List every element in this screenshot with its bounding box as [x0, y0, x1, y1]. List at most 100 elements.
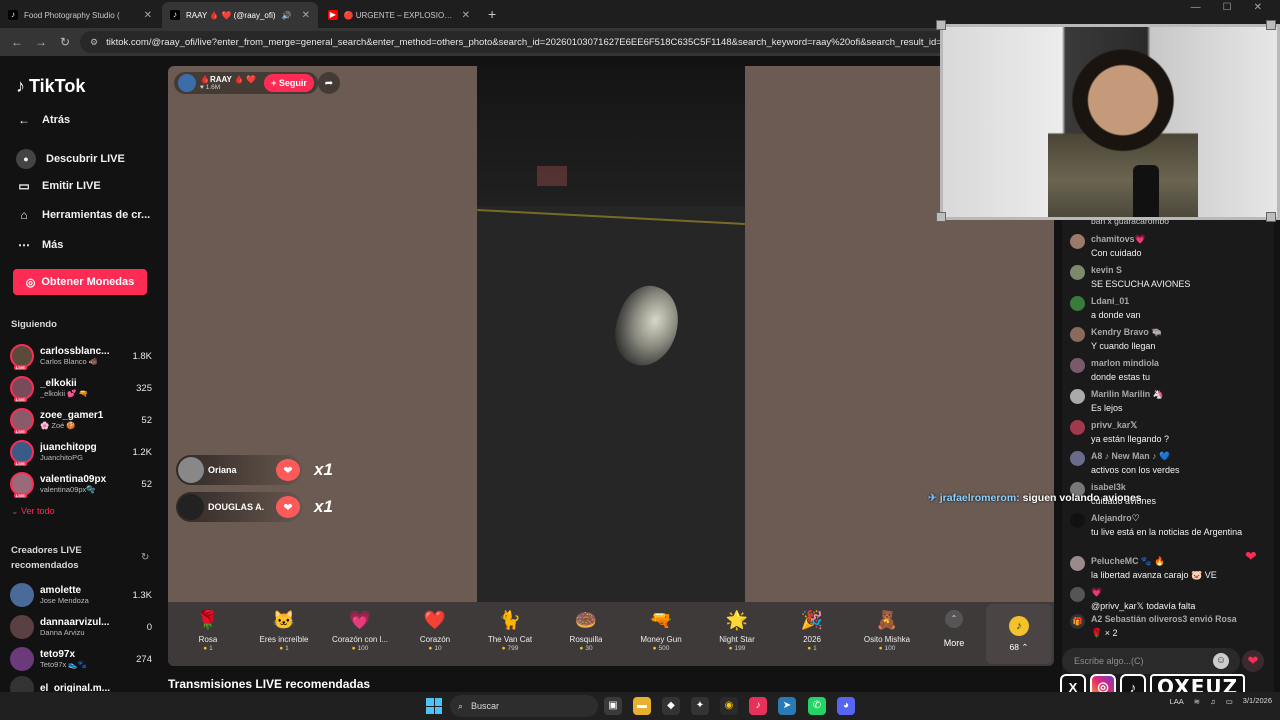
chat-username[interactable]: Marilin Marilin 🦄: [1091, 389, 1164, 400]
avatar[interactable]: [1070, 513, 1085, 528]
avatar[interactable]: [1070, 587, 1085, 602]
gift-van-cat[interactable]: 🐈 The Van Cat 799: [472, 608, 548, 662]
taskbar-search[interactable]: ⌕ Buscar: [450, 695, 598, 717]
following-account[interactable]: LIVE valentina09px valentina09px🫧 52: [10, 470, 152, 498]
gift-eres-increible[interactable]: 🐱 Eres increíble 1: [246, 608, 322, 662]
telegram-icon[interactable]: ➤: [778, 697, 796, 715]
van-cat-icon: 🐈: [498, 610, 522, 630]
chat-text: Y cuando llegan: [1091, 341, 1156, 351]
chat-username[interactable]: kevin S: [1091, 265, 1122, 275]
live-badge: LIVE: [14, 397, 27, 402]
recommended-lives-heading: Transmisiones LIVE recomendadas: [168, 677, 371, 691]
avatar[interactable]: [1070, 296, 1085, 311]
gift-price: 10: [428, 645, 441, 652]
maximize-icon[interactable]: ☐: [1223, 2, 1232, 13]
app-icon[interactable]: ◆: [662, 697, 680, 715]
site-info-icon[interactable]: ⚙: [90, 37, 98, 48]
refresh-icon[interactable]: ↻: [141, 552, 149, 563]
chat-username[interactable]: A8 ♪ New Man ♪ 💙: [1091, 451, 1170, 462]
recommended-account[interactable]: el_original.m...: [10, 674, 152, 692]
chat-username[interactable]: PelucheMC 🐾 🔥: [1091, 556, 1165, 567]
like-heart-button[interactable]: ❤: [1242, 650, 1264, 672]
recommended-account[interactable]: teto97x Teto97x 👟🐾 274: [10, 645, 152, 673]
following-account[interactable]: LIVE _elkokii _elkokii 💕 🔫 325: [10, 374, 152, 402]
browser-tab-food[interactable]: ♪ Food Photography Studio ( ✕: [0, 2, 160, 28]
forward-arrow-icon[interactable]: →: [34, 35, 48, 49]
more-gifts-button[interactable]: ⌃ More: [940, 610, 968, 648]
nav-discover-live[interactable]: ● Descubrir LIVE: [16, 149, 125, 169]
nav-more[interactable]: ⋯ Más: [16, 238, 63, 252]
audio-icon[interactable]: 🔊: [282, 11, 292, 20]
avatar[interactable]: [1070, 389, 1085, 404]
whatsapp-icon[interactable]: ✆: [808, 697, 826, 715]
close-tab-icon[interactable]: ✕: [144, 10, 152, 21]
close-tab-icon[interactable]: ✕: [302, 10, 310, 21]
gift-corazon-con[interactable]: 💗 Corazón con l... 100: [322, 608, 398, 662]
back-arrow-icon[interactable]: ←: [10, 35, 24, 49]
nav-go-live[interactable]: ▭ Emitir LIVE: [16, 179, 100, 193]
chat-username[interactable]: Alejandro♡: [1091, 513, 1139, 524]
wifi-icon[interactable]: ≋: [1194, 697, 1200, 706]
gift-price: 1: [279, 645, 289, 652]
see-all-link[interactable]: ⌄ Ver todo: [11, 506, 55, 517]
following-account[interactable]: LIVE carlossblanc... Carlos Blanco 🐗 1.8K: [10, 342, 152, 370]
reload-icon[interactable]: ↻: [58, 35, 72, 49]
browser-tab-raay[interactable]: ♪ RAAY 🩸 ❤️ (@raay_ofi) 🔊 ✕: [162, 2, 318, 28]
gift-2026[interactable]: 🎉 2026 1: [774, 608, 850, 662]
viewer-count: 0: [146, 621, 152, 633]
chat-username[interactable]: Ldani_01: [1091, 296, 1129, 306]
app-icon[interactable]: ✦: [691, 697, 709, 715]
chrome-icon[interactable]: ◉: [720, 697, 738, 715]
file-explorer-icon[interactable]: ▬: [633, 697, 651, 715]
chat-username[interactable]: privv_kar𝕏: [1091, 420, 1137, 431]
task-view-icon[interactable]: ▣: [604, 697, 622, 715]
gift-night-star[interactable]: 🌟 Night Star 199: [699, 608, 775, 662]
chat-username[interactable]: Kendry Bravo 🐃: [1091, 327, 1162, 338]
language-indicator[interactable]: LAA: [1170, 697, 1184, 706]
avatar[interactable]: [1070, 420, 1085, 435]
avatar[interactable]: [1070, 234, 1085, 249]
recommended-account[interactable]: amolette Jose Mendoza 1.3K: [10, 581, 152, 609]
share-icon[interactable]: ➦: [318, 72, 340, 94]
get-coins-button[interactable]: ◎ Obtener Monedas: [13, 269, 147, 295]
close-window-icon[interactable]: ✕: [1254, 2, 1262, 13]
gift-rosa[interactable]: 🌹 Rosa 1: [170, 608, 246, 662]
close-tab-icon[interactable]: ✕: [462, 10, 470, 21]
chat-username[interactable]: isabel3k: [1091, 482, 1126, 492]
chat-username[interactable]: 💗: [1091, 587, 1102, 598]
star-icon: 🌟: [725, 610, 749, 630]
avatar[interactable]: [1070, 327, 1085, 342]
coin-balance[interactable]: ♪ 68 ⌃: [986, 604, 1052, 664]
clock-date[interactable]: 3/1/2026: [1243, 696, 1272, 706]
chat-username[interactable]: marlon mindiola: [1091, 358, 1159, 368]
battery-icon[interactable]: ▭: [1226, 697, 1233, 706]
follow-button[interactable]: + Seguir: [264, 74, 314, 92]
nav-creator-tools[interactable]: ⌂ Herramientas de cr...: [16, 208, 150, 222]
recommended-account[interactable]: dannaarvizul... Danna Arvizu 0: [10, 613, 152, 641]
minimize-icon[interactable]: —: [1191, 2, 1201, 13]
windows-start-icon[interactable]: [426, 698, 442, 714]
new-tab-icon[interactable]: +: [480, 6, 504, 28]
avatar[interactable]: [1070, 358, 1085, 373]
tiktok-logo[interactable]: ♪ TikTok: [16, 76, 85, 97]
avatar[interactable]: [1070, 265, 1085, 280]
avatar[interactable]: [1070, 556, 1085, 571]
tiktok-app-icon[interactable]: ♪: [749, 697, 767, 715]
chat-username[interactable]: chamitovs💗: [1091, 234, 1145, 245]
browser-tab-urgente[interactable]: ▶ 🔴 URGENTE – EXPLOSIONES ✕: [320, 2, 478, 28]
chat-username[interactable]: A2 Sebastián oliveros3 envió Rosa: [1091, 614, 1237, 624]
host-info[interactable]: 🩸RAAY 🩸 ❤️ ♥ 1.6M + Seguir: [174, 72, 318, 94]
live-video[interactable]: [477, 66, 745, 602]
emoji-icon[interactable]: ☺: [1213, 653, 1229, 669]
gift-rosquilla[interactable]: 🍩 Rosquilla 30: [548, 608, 624, 662]
gift-osito-mishka[interactable]: 🧸 Osito Mishka 100: [849, 608, 925, 662]
avatar[interactable]: [1070, 451, 1085, 466]
back-link[interactable]: ← Atrás: [16, 113, 70, 127]
volume-icon[interactable]: ♫: [1210, 697, 1216, 706]
heart-gift-icon: ❤: [276, 496, 300, 518]
gift-money-gun[interactable]: 🔫 Money Gun 500: [623, 608, 699, 662]
following-account[interactable]: LIVE zoee_gamer1 🌸 Zoé 🍪 52: [10, 406, 152, 434]
gift-corazon[interactable]: ❤️ Corazón 10: [397, 608, 473, 662]
discord-icon[interactable]: ◕: [837, 697, 855, 715]
following-account[interactable]: LIVE juanchitopg JuanchitoPG 1.2K: [10, 438, 152, 466]
